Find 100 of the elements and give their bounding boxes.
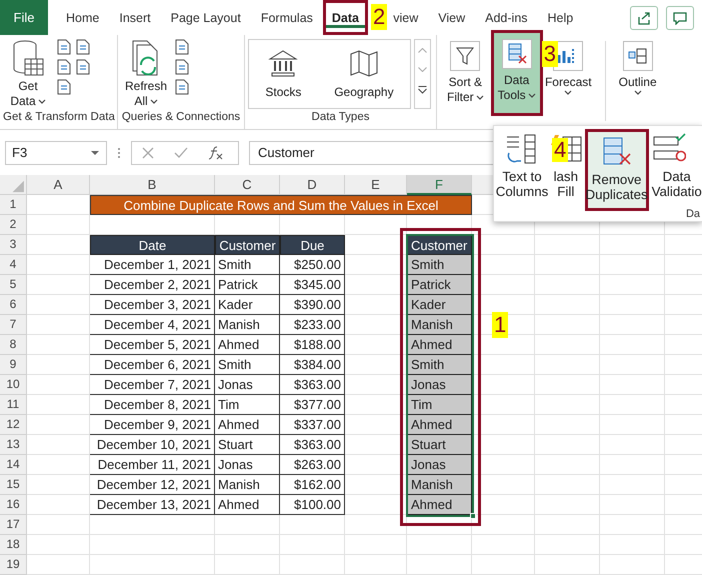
table-cell: Ahmed bbox=[407, 335, 472, 355]
table-cell: Smith bbox=[215, 255, 280, 275]
name-box[interactable]: F3 bbox=[5, 140, 107, 164]
row-header[interactable]: 11 bbox=[0, 395, 27, 415]
row-header[interactable]: 12 bbox=[0, 415, 27, 435]
get-data-button[interactable]: Get Data bbox=[3, 37, 53, 109]
column-header[interactable]: E bbox=[345, 175, 407, 195]
step-number: 2 bbox=[371, 4, 388, 30]
funnel-icon bbox=[450, 41, 480, 71]
caret-icon bbox=[634, 90, 642, 95]
table-cell: Jonas bbox=[407, 455, 472, 475]
table-cell: Patrick bbox=[215, 275, 280, 295]
column-header[interactable]: A bbox=[27, 175, 90, 195]
table-cell: $363.00 bbox=[280, 435, 345, 455]
row-header[interactable]: 4 bbox=[0, 255, 27, 275]
row-header[interactable]: 1 bbox=[0, 195, 27, 215]
outline-button[interactable]: Outline bbox=[614, 37, 661, 117]
table-cell: Ahmed bbox=[215, 495, 280, 515]
share-button[interactable] bbox=[630, 6, 658, 30]
row-header[interactable]: 3 bbox=[0, 235, 27, 255]
bank-icon bbox=[268, 49, 298, 77]
group-label: Get & Transform Data bbox=[3, 111, 114, 125]
table-cell: December 3, 2021 bbox=[90, 295, 215, 315]
row-header[interactable]: 9 bbox=[0, 355, 27, 375]
geography-button[interactable]: Geography bbox=[334, 49, 394, 99]
links-icon bbox=[174, 59, 190, 75]
comment-button[interactable] bbox=[666, 6, 694, 30]
sort-filter-button[interactable]: Sort & Filter bbox=[443, 37, 488, 117]
table-icon bbox=[56, 79, 72, 95]
table-cell: Jonas bbox=[407, 375, 472, 395]
ribbon-tab[interactable]: Home bbox=[56, 3, 110, 32]
group-label: Queries & Connections bbox=[121, 111, 241, 125]
table-cell: Ahmed bbox=[407, 415, 472, 435]
table-cell: Tim bbox=[215, 395, 280, 415]
table-cell: Ahmed bbox=[407, 495, 472, 515]
table-cell: Stuart bbox=[407, 435, 472, 455]
group-label: Da bbox=[686, 208, 700, 220]
refresh-all-button[interactable]: Refresh All bbox=[121, 37, 171, 109]
table-cell: December 13, 2021 bbox=[90, 495, 215, 515]
table-cell: $100.00 bbox=[280, 495, 345, 515]
ribbon-tab[interactable]: Formulas bbox=[250, 3, 323, 32]
table-cell: Tim bbox=[407, 395, 472, 415]
row-header[interactable]: 5 bbox=[0, 275, 27, 295]
row-header[interactable]: 6 bbox=[0, 295, 27, 315]
cylinder-file-icon bbox=[75, 59, 91, 75]
select-all-icon bbox=[0, 175, 27, 195]
ribbon-tab[interactable]: View bbox=[428, 3, 476, 32]
title-cell: Combine Duplicate Rows and Sum the Values in Excel bbox=[90, 195, 472, 215]
row-header[interactable]: 16 bbox=[0, 495, 27, 515]
row-header[interactable]: 13 bbox=[0, 435, 27, 455]
fill-handle[interactable] bbox=[470, 513, 476, 519]
table-cell: Kader bbox=[407, 295, 472, 315]
column-header[interactable]: D bbox=[280, 175, 345, 195]
column-header[interactable]: C bbox=[215, 175, 280, 195]
file-tab[interactable]: File bbox=[0, 0, 48, 35]
table-header: Customer bbox=[407, 235, 472, 255]
row-header[interactable]: 15 bbox=[0, 475, 27, 495]
table-cell: Ahmed bbox=[215, 335, 280, 355]
map-icon bbox=[348, 49, 379, 77]
row-header[interactable]: 8 bbox=[0, 335, 27, 355]
table-cell: $162.00 bbox=[280, 475, 345, 495]
table-cell: $188.00 bbox=[280, 335, 345, 355]
caret-icon bbox=[528, 93, 536, 98]
ribbon-tab[interactable]: Help bbox=[538, 3, 584, 32]
data-tools-icon bbox=[502, 39, 532, 69]
column-header[interactable]: F bbox=[407, 175, 472, 195]
properties-icon bbox=[174, 39, 190, 55]
web-page-icon bbox=[56, 59, 72, 75]
stocks-button[interactable]: Stocks bbox=[265, 49, 302, 99]
ribbon-tab[interactable]: Page Layout bbox=[160, 3, 251, 32]
table-cell: $377.00 bbox=[280, 395, 345, 415]
table-cell: $250.00 bbox=[280, 255, 345, 275]
table-cell: December 1, 2021 bbox=[90, 255, 215, 275]
table-cell: December 7, 2021 bbox=[90, 375, 215, 395]
check-icon bbox=[174, 146, 188, 158]
table-cell: Stuart bbox=[215, 435, 280, 455]
row-header[interactable]: 2 bbox=[0, 215, 27, 235]
data-tools-button[interactable]: Data Tools bbox=[494, 33, 540, 113]
table-cell: December 2, 2021 bbox=[90, 275, 215, 295]
row-header[interactable]: 14 bbox=[0, 455, 27, 475]
row-header[interactable]: 17 bbox=[0, 515, 27, 535]
grip-icon bbox=[117, 146, 121, 158]
table-cell: Kader bbox=[215, 295, 280, 315]
outline-icon bbox=[622, 41, 653, 71]
table-cell: Smith bbox=[407, 255, 472, 275]
ribbon-tab[interactable]: Data bbox=[326, 3, 365, 32]
comment-icon bbox=[673, 10, 687, 24]
table-cell: December 10, 2021 bbox=[90, 435, 215, 455]
cancel-icon bbox=[142, 146, 154, 158]
caret-icon bbox=[38, 99, 46, 104]
ribbon-tab[interactable]: Add-ins bbox=[475, 3, 538, 32]
row-header[interactable]: 7 bbox=[0, 315, 27, 335]
column-header[interactable]: B bbox=[90, 175, 215, 195]
table-header: Date bbox=[90, 235, 215, 255]
row-header[interactable]: 10 bbox=[0, 375, 27, 395]
ribbon-tab[interactable]: Insert bbox=[109, 3, 161, 32]
row-header[interactable]: 18 bbox=[0, 535, 27, 555]
table-cell: Patrick bbox=[407, 275, 472, 295]
table-cell: December 5, 2021 bbox=[90, 335, 215, 355]
row-header[interactable]: 19 bbox=[0, 555, 27, 575]
